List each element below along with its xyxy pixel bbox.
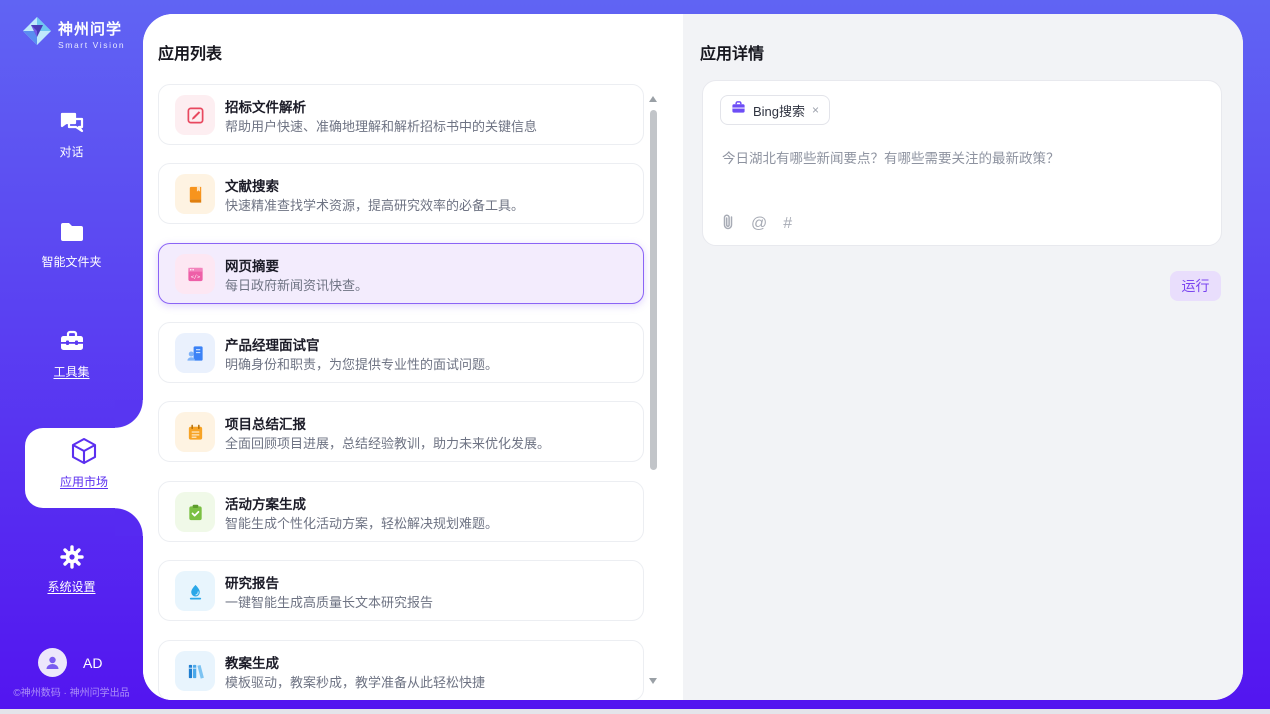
app-detail-title: 应用详情 (700, 40, 764, 64)
app-card-title: 招标文件解析 (225, 96, 306, 116)
app-card-desc: 每日政府新闻资讯快查。 (225, 275, 368, 294)
sidebar-item-label: 对话 (0, 143, 143, 160)
app-card-desc: 全面回顾项目进展，总结经验教训，助力未来优化发展。 (225, 433, 550, 452)
user-account[interactable]: AD (38, 648, 102, 677)
app-card-desc: 明确身份和职责，为您提供专业性的面试问题。 (225, 354, 498, 373)
user-initials: AD (83, 655, 102, 671)
briefcase-icon (731, 100, 746, 120)
tool-tag-label: Bing搜索 (753, 101, 805, 120)
scroll-up-arrow-icon[interactable] (649, 96, 657, 102)
app-card[interactable]: 产品经理面试官 明确身份和职责，为您提供专业性的面试问题。 (158, 322, 644, 383)
app-card[interactable]: 教案生成 模板驱动，教案秒成，教学准备从此轻松快捷 (158, 640, 644, 700)
app-card[interactable]: 研究报告 一键智能生成高质量长文本研究报告 (158, 560, 644, 621)
sidebar-item-settings[interactable]: 系统设置 (0, 543, 143, 595)
app-card-title: 项目总结汇报 (225, 413, 306, 433)
app-card-desc: 一键智能生成高质量长文本研究报告 (225, 592, 433, 611)
cube-icon (25, 436, 143, 466)
app-card-title: 文献搜索 (225, 175, 279, 195)
brand-logo: 神州问学 Smart Vision (22, 16, 125, 51)
app-card-title: 教案生成 (225, 652, 279, 672)
copyright-text: ©神州数码 · 神州问学出品 (0, 684, 143, 699)
pen-square-icon (175, 95, 215, 135)
sidebar-item-label: 工具集 (0, 363, 143, 380)
run-button[interactable]: 运行 (1170, 271, 1221, 301)
interviewer-icon (175, 333, 215, 373)
scrollbar-thumb[interactable] (650, 110, 657, 470)
app-card-desc: 帮助用户快速、准确地理解和解析招标书中的关键信息 (225, 116, 537, 135)
gear-icon (0, 543, 143, 571)
app-card-title: 产品经理面试官 (225, 334, 320, 354)
list-scrollbar[interactable] (649, 84, 658, 696)
sidebar-item-label: 系统设置 (0, 578, 143, 595)
query-input[interactable]: 今日湖北有哪些新闻要点？有哪些需要关注的最新政策？ (722, 147, 1202, 167)
app-list-title: 应用列表 (158, 40, 222, 64)
sidebar-item-app-market[interactable]: 应用市场 (25, 436, 143, 490)
tool-tag-bing-search[interactable]: Bing搜索 × (720, 95, 830, 125)
sidebar-item-label: 应用市场 (25, 473, 143, 490)
book-icon (175, 174, 215, 214)
brand-name-block: 神州问学 Smart Vision (58, 18, 125, 50)
app-card-selected[interactable]: </> 网页摘要 每日政府新闻资讯快查。 (158, 243, 644, 304)
ink-flask-icon (175, 571, 215, 611)
sidebar: 神州问学 Smart Vision 对话 智能文件夹 (0, 0, 143, 709)
scroll-down-arrow-icon[interactable] (649, 678, 657, 684)
input-toolbar: @ # (721, 213, 792, 234)
brand-subtitle: Smart Vision (58, 40, 125, 50)
app-list-panel: 应用列表 招标文件解析 帮助用户快速、准确地理解和解析招标书中的关键信息 (143, 14, 683, 700)
sidebar-item-smart-folder[interactable]: 智能文件夹 (0, 218, 143, 270)
app-card[interactable]: 项目总结汇报 全面回顾项目进展，总结经验教训，助力未来优化发展。 (158, 401, 644, 462)
toolbox-icon (0, 328, 143, 356)
attachment-icon[interactable] (721, 213, 735, 234)
sidebar-item-label: 智能文件夹 (0, 253, 143, 270)
hash-icon[interactable]: # (783, 216, 792, 232)
chat-icon (0, 108, 143, 136)
app-card-desc: 模板驱动，教案秒成，教学准备从此轻松快捷 (225, 672, 485, 691)
app-detail-panel: 应用详情 Bing搜索 × 今日湖北有哪些新闻要点？有哪些需要关注的最新政策？ (683, 14, 1243, 700)
app-card[interactable]: 招标文件解析 帮助用户快速、准确地理解和解析招标书中的关键信息 (158, 84, 644, 145)
browser-code-icon: </> (175, 254, 215, 294)
app-card-title: 网页摘要 (225, 255, 279, 275)
folder-icon (0, 218, 143, 246)
clipboard-check-icon (175, 492, 215, 532)
app-card[interactable]: 文献搜索 快速精准查找学术资源，提高研究效率的必备工具。 (158, 163, 644, 224)
mention-icon[interactable]: @ (751, 216, 767, 232)
app-card-title: 研究报告 (225, 572, 279, 592)
app-card-desc: 快速精准查找学术资源，提高研究效率的必备工具。 (225, 195, 524, 214)
close-icon[interactable]: × (812, 104, 819, 116)
brand-diamond-icon (22, 16, 52, 51)
main-panel: 应用列表 招标文件解析 帮助用户快速、准确地理解和解析招标书中的关键信息 (143, 14, 1243, 700)
app-card-title: 活动方案生成 (225, 493, 306, 513)
sidebar-item-toolset[interactable]: 工具集 (0, 328, 143, 380)
sidebar-item-chat[interactable]: 对话 (0, 108, 143, 160)
avatar (38, 648, 67, 677)
books-icon (175, 651, 215, 691)
svg-text:</>: </> (190, 274, 199, 280)
brand-name: 神州问学 (58, 18, 125, 39)
app-card[interactable]: 活动方案生成 智能生成个性化活动方案，轻松解决规划难题。 (158, 481, 644, 542)
notepad-icon (175, 412, 215, 452)
prompt-card: Bing搜索 × 今日湖北有哪些新闻要点？有哪些需要关注的最新政策？ @ # (702, 80, 1222, 246)
app-root: 神州问学 Smart Vision 对话 智能文件夹 (0, 0, 1270, 714)
app-card-desc: 智能生成个性化活动方案，轻松解决规划难题。 (225, 513, 498, 532)
